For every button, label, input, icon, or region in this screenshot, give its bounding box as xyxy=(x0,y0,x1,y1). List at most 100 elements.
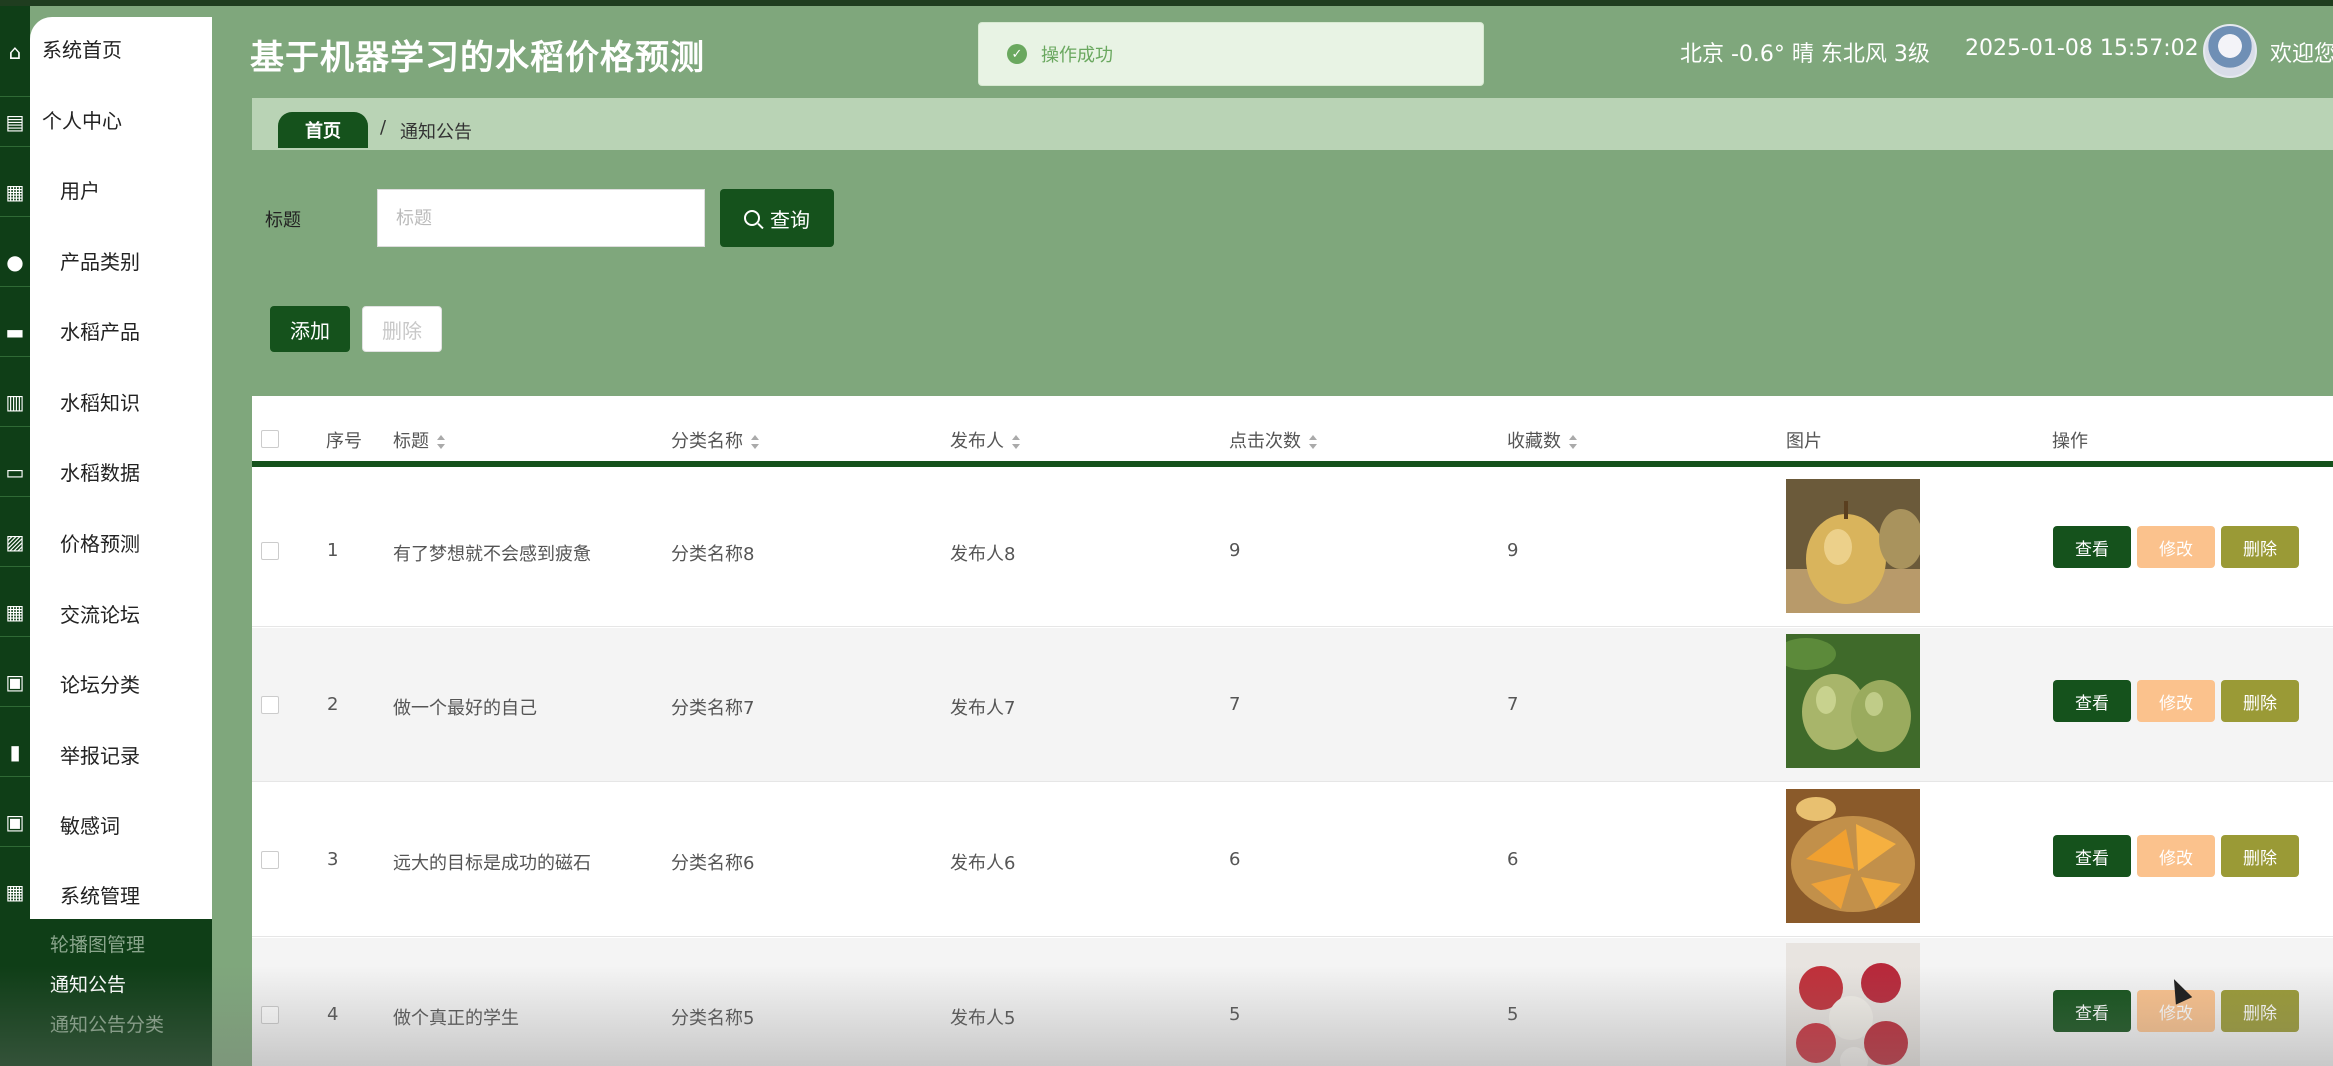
profile-icon[interactable]: ▤ xyxy=(0,102,30,142)
sidebar-item-sensitive-words[interactable]: 敏感词 xyxy=(30,794,212,854)
header-favorites[interactable]: 收藏数 xyxy=(1507,427,1577,453)
cell-title: 做一个最好的自己 xyxy=(393,698,537,719)
header-clicks[interactable]: 点击次数 xyxy=(1229,427,1317,453)
bar-chart-icon[interactable]: ▮ xyxy=(0,732,30,772)
sort-icon[interactable] xyxy=(437,435,445,449)
rail-divider xyxy=(0,146,30,147)
sidebar-item-report-records[interactable]: 举报记录 xyxy=(30,724,212,784)
rail-divider xyxy=(0,426,30,427)
checklist-icon[interactable]: ▣ xyxy=(0,662,30,702)
top-strip xyxy=(0,0,2333,6)
cell-publisher: 发布人7 xyxy=(950,698,1016,719)
cell-index: 3 xyxy=(327,849,339,870)
row-checkbox[interactable] xyxy=(261,851,279,869)
cell-category: 分类名称5 xyxy=(671,1008,755,1029)
cell-index: 1 xyxy=(327,540,339,561)
view-button[interactable]: 查看 xyxy=(2053,526,2131,568)
header-image: 图片 xyxy=(1786,431,1822,452)
submenu-item-carousel[interactable]: 轮播图管理 xyxy=(50,930,145,957)
search-label: 标题 xyxy=(265,210,301,231)
sidebar-item-users[interactable]: 用户 xyxy=(30,159,212,219)
check-doc-icon[interactable]: ▣ xyxy=(0,802,30,842)
row-checkbox[interactable] xyxy=(261,696,279,714)
cell-title: 有了梦想就不会感到疲惫 xyxy=(393,544,591,565)
green-pears-photo[interactable] xyxy=(1786,634,1920,768)
app-title: 基于机器学习的水稻价格预测 xyxy=(250,38,705,78)
rail-divider xyxy=(0,566,30,567)
view-button[interactable]: 查看 xyxy=(2053,835,2131,877)
row-checkbox[interactable] xyxy=(261,1006,279,1024)
search-input[interactable] xyxy=(377,189,705,247)
sidebar-item-forum-category[interactable]: 论坛分类 xyxy=(30,653,212,713)
delete-button[interactable]: 删除 xyxy=(2221,526,2299,568)
submenu-item-notice-category[interactable]: 通知公告分类 xyxy=(50,1010,164,1037)
cell-clicks: 5 xyxy=(1229,1004,1241,1025)
sort-icon[interactable] xyxy=(1309,435,1317,449)
melon-photo[interactable] xyxy=(1786,789,1920,923)
edit-button[interactable]: 修改 xyxy=(2137,680,2215,722)
sidebar-item-personal-center[interactable]: 个人中心 xyxy=(30,89,212,149)
cell-clicks: 9 xyxy=(1229,540,1241,561)
edit-button[interactable]: 修改 xyxy=(2137,526,2215,568)
cell-favorites: 5 xyxy=(1507,1004,1519,1025)
database-icon[interactable]: ▭ xyxy=(0,452,30,492)
select-all-checkbox[interactable] xyxy=(261,430,279,448)
row-checkbox[interactable] xyxy=(261,542,279,560)
sort-icon[interactable] xyxy=(1569,435,1577,449)
settings-grid-icon[interactable]: ▦ xyxy=(0,872,30,912)
apps-icon[interactable]: ▦ xyxy=(0,592,30,632)
header-clicks-label: 点击次数 xyxy=(1229,431,1301,452)
welcome-text[interactable]: 欢迎您 xyxy=(2270,36,2333,68)
view-button[interactable]: 查看 xyxy=(2053,990,2131,1032)
cell-favorites: 6 xyxy=(1507,849,1519,870)
lychee-photo[interactable] xyxy=(1786,943,1920,1066)
edit-button[interactable]: 修改 xyxy=(2137,835,2215,877)
rail-divider xyxy=(0,96,30,97)
user-icon[interactable]: ● xyxy=(0,242,30,282)
sidebar-item-system-management[interactable]: 系统管理 xyxy=(30,864,212,924)
table-row xyxy=(252,938,2333,1066)
header-category[interactable]: 分类名称 xyxy=(671,427,759,453)
clipboard-icon[interactable]: ▥ xyxy=(0,382,30,422)
submenu-item-notices[interactable]: 通知公告 xyxy=(50,970,126,997)
home-icon[interactable]: ⌂ xyxy=(0,32,30,72)
sidebar-item-product-category[interactable]: 产品类别 xyxy=(30,230,212,290)
search-button[interactable]: 查询 xyxy=(720,189,834,247)
header-publisher[interactable]: 发布人 xyxy=(950,427,1020,453)
header-actions: 操作 xyxy=(2052,431,2088,452)
sidebar-item-price-prediction[interactable]: 价格预测 xyxy=(30,512,212,572)
briefcase-icon[interactable]: ▬ xyxy=(0,312,30,352)
delete-button[interactable]: 删除 xyxy=(2221,835,2299,877)
chart-icon[interactable]: ▨ xyxy=(0,522,30,562)
breadcrumb-current: 通知公告 xyxy=(400,122,472,143)
breadcrumb-home[interactable]: 首页 xyxy=(278,112,368,148)
header-favorites-label: 收藏数 xyxy=(1507,431,1561,452)
cell-clicks: 7 xyxy=(1229,694,1241,715)
success-toast: ✓ 操作成功 xyxy=(978,22,1484,86)
cell-favorites: 7 xyxy=(1507,694,1519,715)
cell-publisher: 发布人5 xyxy=(950,1008,1016,1029)
cell-clicks: 6 xyxy=(1229,849,1241,870)
grid-icon[interactable]: ▦ xyxy=(0,172,30,212)
avatar[interactable] xyxy=(2203,24,2257,78)
delete-button[interactable]: 删除 xyxy=(2221,990,2299,1032)
sidebar-item-home[interactable]: 系统首页 xyxy=(30,18,212,78)
search-icon xyxy=(744,210,760,226)
sort-icon[interactable] xyxy=(1012,435,1020,449)
sidebar-item-rice-data[interactable]: 水稻数据 xyxy=(30,441,212,501)
sidebar-item-rice-products[interactable]: 水稻产品 xyxy=(30,300,212,360)
delete-button[interactable]: 删除 xyxy=(2221,680,2299,722)
sidebar-item-forum[interactable]: 交流论坛 xyxy=(30,583,212,643)
table-row xyxy=(252,628,2333,782)
sidebar-item-rice-knowledge[interactable]: 水稻知识 xyxy=(30,371,212,431)
batch-delete-button[interactable]: 删除 xyxy=(362,306,442,352)
header-index: 序号 xyxy=(326,431,362,452)
add-button[interactable]: 添加 xyxy=(270,306,350,352)
pear-photo[interactable] xyxy=(1786,479,1920,613)
header-title[interactable]: 标题 xyxy=(393,427,445,453)
view-button[interactable]: 查看 xyxy=(2053,680,2131,722)
rail-divider xyxy=(0,496,30,497)
rail-divider xyxy=(0,356,30,357)
sort-icon[interactable] xyxy=(751,435,759,449)
rail-divider xyxy=(0,216,30,217)
